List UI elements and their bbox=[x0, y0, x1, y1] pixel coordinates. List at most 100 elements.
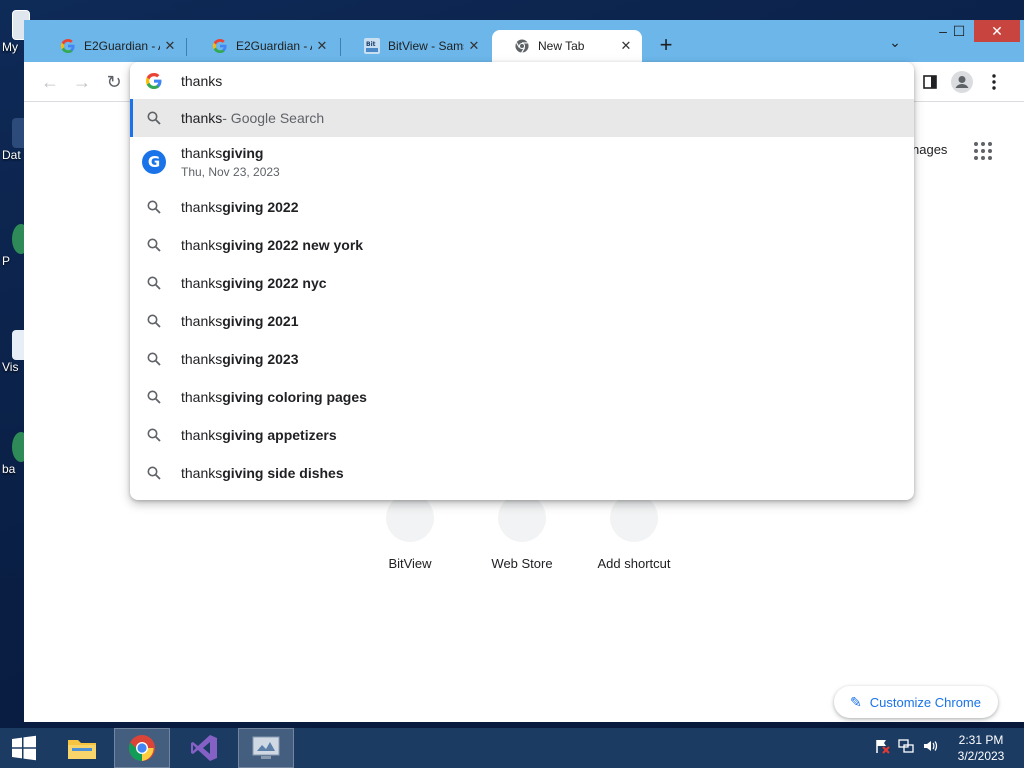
suggestion-typed: thanks bbox=[181, 427, 223, 443]
google-icon bbox=[146, 72, 162, 89]
taskbar: 2:31 PM 3/2/2023 bbox=[0, 728, 1024, 768]
google-icon bbox=[212, 38, 228, 54]
monitor-icon bbox=[252, 736, 280, 759]
desktop-icon-data[interactable]: Dat bbox=[0, 118, 30, 162]
close-window-button[interactable]: ✕ bbox=[974, 20, 1020, 42]
suggestion-row[interactable]: thanks giving 2022 bbox=[130, 188, 914, 226]
suggestion-row[interactable]: thanks - Google Search bbox=[130, 99, 914, 137]
suggestion-typed: thanks bbox=[181, 351, 223, 367]
google-apps-icon[interactable] bbox=[974, 142, 992, 160]
tab-e2guardian-1[interactable]: E2Guardian - Ac ✕ bbox=[38, 30, 186, 62]
suggestion-row[interactable]: G thanksgiving Thu, Nov 23, 2023 bbox=[130, 137, 914, 187]
profile-avatar-icon[interactable] bbox=[950, 70, 974, 94]
suggestion-row[interactable]: thanks giving 2021 bbox=[130, 302, 914, 340]
search-icon bbox=[146, 427, 162, 443]
suggestion-typed: thanks bbox=[181, 199, 223, 215]
customize-chrome-button[interactable]: ✎ Customize Chrome bbox=[834, 686, 998, 718]
pencil-icon: ✎ bbox=[850, 693, 862, 710]
chrome-icon bbox=[129, 735, 155, 762]
search-icon bbox=[146, 237, 162, 253]
tab-separator bbox=[186, 38, 187, 56]
forward-arrow-icon[interactable]: → bbox=[70, 70, 94, 94]
desktop-icon-visual-studio[interactable]: Vis bbox=[0, 330, 30, 374]
svg-text:G: G bbox=[148, 153, 160, 171]
web-store-icon bbox=[498, 494, 546, 542]
search-icon bbox=[146, 389, 162, 405]
back-arrow-icon[interactable]: ← bbox=[38, 70, 62, 94]
desktop-icon-ba[interactable]: ba bbox=[0, 432, 30, 476]
tab-e2guardian-2[interactable]: E2Guardian - Ac ✕ bbox=[190, 30, 338, 62]
bitview-icon bbox=[386, 494, 434, 542]
more-menu-icon[interactable] bbox=[982, 70, 1006, 94]
close-tab-icon[interactable]: ✕ bbox=[160, 38, 180, 54]
suggestion-completion: giving 2022 bbox=[222, 199, 299, 215]
google-g-icon: G bbox=[142, 150, 166, 174]
google-icon bbox=[60, 38, 76, 54]
tab-title: BitView - Samsu bbox=[388, 39, 464, 53]
search-icon bbox=[146, 465, 162, 481]
suggestion-row[interactable]: thanks giving side dishes bbox=[130, 454, 914, 492]
suggestion-completion: giving 2022 nyc bbox=[222, 275, 327, 291]
search-icon bbox=[146, 110, 162, 126]
suggestion-typed: thanks bbox=[181, 465, 223, 481]
address-bar[interactable]: thanks bbox=[130, 62, 914, 99]
desktop-icon-label: My bbox=[2, 40, 18, 54]
suggestion-row[interactable]: thanks giving 2022 nyc bbox=[130, 264, 914, 302]
images-link[interactable]: nages bbox=[912, 142, 947, 157]
windows-logo-icon bbox=[12, 735, 36, 761]
volume-icon[interactable] bbox=[922, 738, 938, 757]
suggestion-completion: giving 2023 bbox=[222, 351, 299, 367]
taskbar-visual-studio[interactable] bbox=[176, 728, 232, 768]
search-icon bbox=[146, 313, 162, 329]
taskbar-chrome[interactable] bbox=[114, 728, 170, 768]
desktop-icon-p[interactable]: P bbox=[0, 224, 30, 268]
close-tab-icon[interactable]: ✕ bbox=[312, 38, 332, 54]
taskbar-file-explorer[interactable] bbox=[54, 728, 110, 768]
address-input-value[interactable]: thanks bbox=[181, 73, 222, 89]
suggestion-row[interactable]: thanks giving appetizers bbox=[130, 416, 914, 454]
clock-time: 2:31 PM bbox=[958, 733, 1004, 747]
start-button[interactable] bbox=[0, 728, 48, 768]
folder-icon bbox=[68, 740, 96, 759]
new-tab-button[interactable]: + bbox=[654, 34, 678, 58]
suggestion-row[interactable]: thanks giving coloring pages bbox=[130, 378, 914, 416]
shortcut-bitview[interactable]: BitView bbox=[360, 494, 460, 571]
tab-separator bbox=[340, 38, 341, 56]
close-tab-icon[interactable]: ✕ bbox=[616, 38, 636, 54]
omnibox-dropdown: thanks thanks - Google Search G thanksgi… bbox=[130, 62, 914, 500]
action-center-flag-icon[interactable] bbox=[874, 738, 890, 757]
chrome-icon bbox=[514, 38, 530, 54]
shortcut-web-store[interactable]: Web Store bbox=[472, 494, 572, 571]
visual-studio-icon bbox=[191, 735, 217, 761]
taskbar-app[interactable] bbox=[238, 728, 294, 768]
tab-strip: E2Guardian - Ac ✕ E2Guardian - Ac ✕ Bit … bbox=[24, 20, 1024, 62]
search-icon bbox=[146, 351, 162, 367]
maximize-button[interactable]: ☐ bbox=[944, 20, 974, 42]
network-icon[interactable] bbox=[898, 738, 914, 757]
tab-new-tab[interactable]: New Tab ✕ bbox=[492, 30, 642, 62]
suggestion-suffix: - Google Search bbox=[222, 110, 325, 126]
shortcut-add[interactable]: Add shortcut bbox=[584, 494, 684, 571]
side-panel-icon[interactable] bbox=[918, 70, 942, 94]
suggestion-row[interactable]: thanks giving 2022 new york bbox=[130, 226, 914, 264]
close-tab-icon[interactable]: ✕ bbox=[464, 38, 484, 54]
bitview-icon: Bit bbox=[364, 38, 380, 54]
suggestion-typed: thanks bbox=[181, 237, 223, 253]
reload-icon[interactable]: ↻ bbox=[102, 70, 126, 94]
search-icon bbox=[146, 199, 162, 215]
system-clock[interactable]: 2:31 PM 3/2/2023 bbox=[948, 732, 1014, 764]
tab-bitview[interactable]: Bit BitView - Samsu ✕ bbox=[342, 30, 490, 62]
suggestion-typed: thanks bbox=[181, 389, 223, 405]
suggestion-completion: giving appetizers bbox=[222, 427, 337, 443]
suggestion-row[interactable]: thanks giving 2023 bbox=[130, 340, 914, 378]
suggestion-completion: giving 2021 bbox=[222, 313, 299, 329]
tab-title: E2Guardian - Ac bbox=[236, 39, 312, 53]
suggestion-typed: thanks bbox=[181, 313, 223, 329]
shortcut-label: Web Store bbox=[491, 556, 553, 571]
suggestion-text: thanksgiving Thu, Nov 23, 2023 bbox=[181, 145, 280, 179]
suggestion-completion: giving coloring pages bbox=[222, 389, 367, 405]
suggestion-completion: giving side dishes bbox=[222, 465, 344, 481]
desktop-icon-my-computer[interactable]: My bbox=[0, 10, 30, 54]
tab-search-chevron-icon[interactable]: ⌄ bbox=[884, 34, 906, 56]
suggestion-typed: thanks bbox=[181, 275, 223, 291]
